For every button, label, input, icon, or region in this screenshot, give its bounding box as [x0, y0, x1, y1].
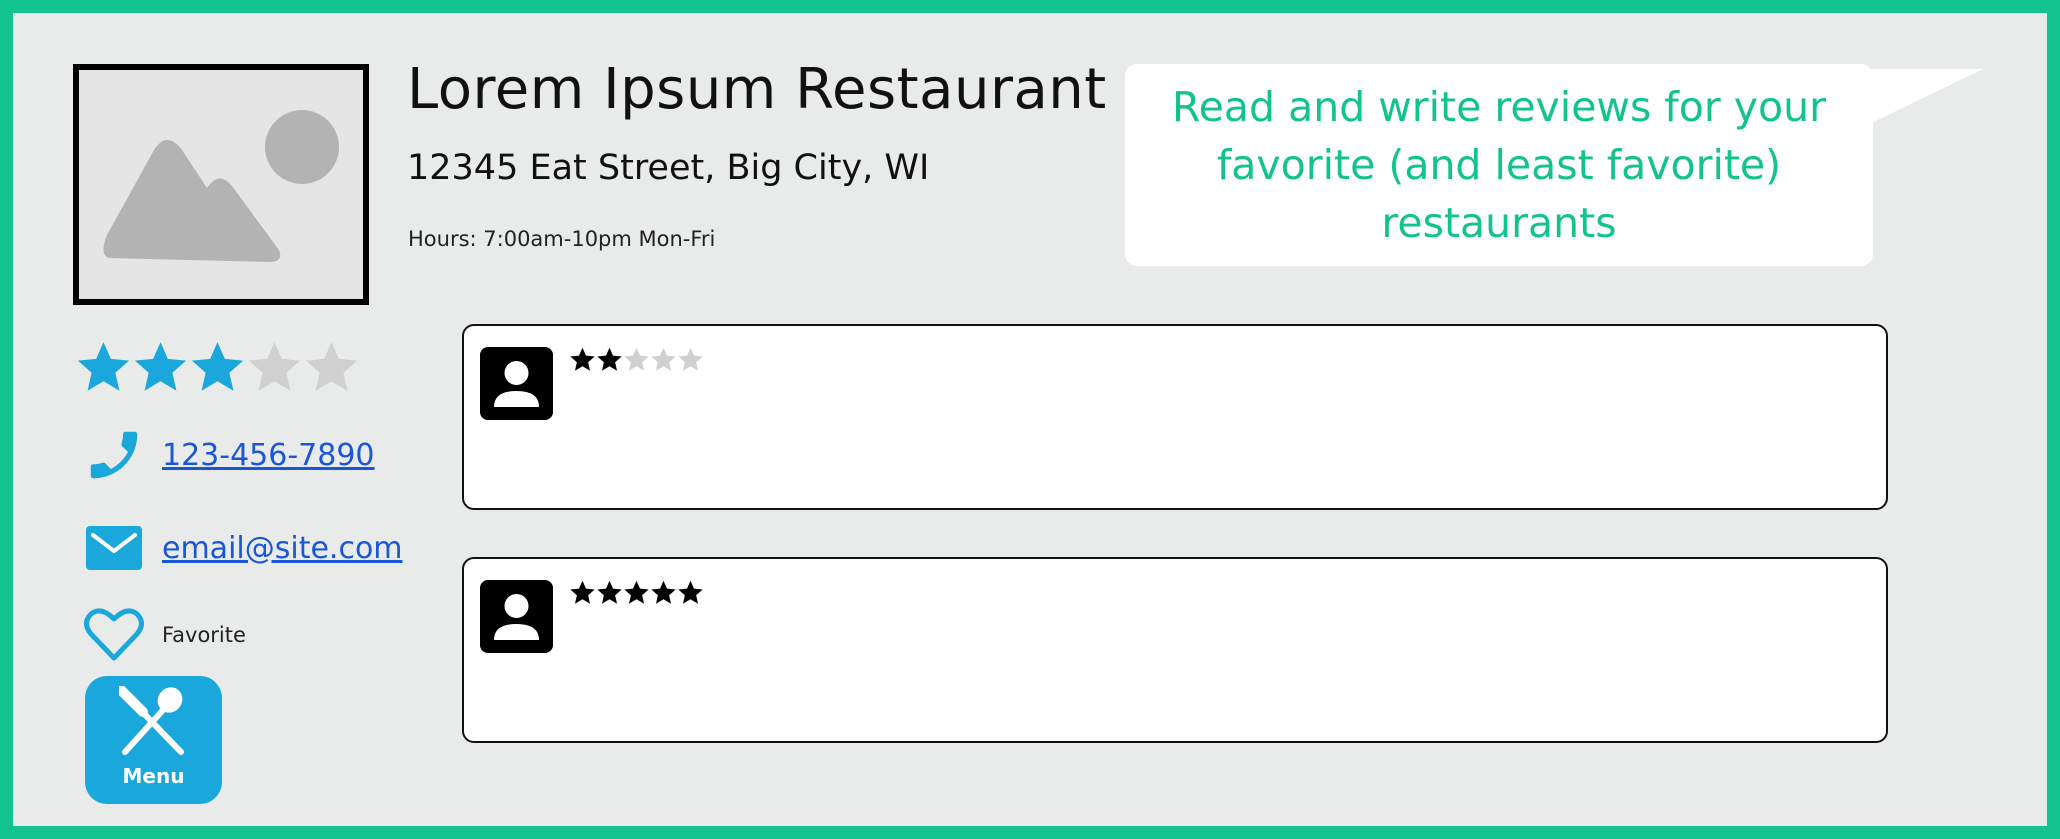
user-icon	[480, 580, 553, 653]
heart-icon[interactable]	[83, 604, 145, 666]
review-rating	[569, 346, 704, 373]
star-icon[interactable]	[75, 335, 132, 399]
menu-button-label: Menu	[122, 764, 185, 788]
restaurant-address: 12345 Eat Street, Big City, WI	[407, 148, 930, 188]
mail-icon	[83, 517, 145, 579]
callout-text: Read and write reviews for your favorite…	[1172, 83, 1826, 247]
star-icon	[678, 580, 703, 604]
email-link[interactable]: email@site.com	[162, 531, 403, 566]
restaurant-hours: Hours: 7:00am-10pm Mon-Fri	[408, 227, 716, 251]
phone-link[interactable]: 123-456-7890	[162, 438, 375, 473]
review-card	[462, 324, 1888, 510]
star-icon	[624, 347, 649, 371]
page-frame: Lorem Ipsum Restaurant 12345 Eat Street,…	[0, 0, 2060, 839]
restaurant-rating[interactable]	[75, 335, 360, 399]
star-icon	[597, 580, 622, 604]
star-icon	[651, 580, 676, 604]
star-icon	[570, 580, 595, 604]
phone-row: 123-456-7890	[83, 424, 375, 486]
review-rating	[569, 579, 704, 606]
callout-bubble: Read and write reviews for your favorite…	[1125, 64, 1873, 266]
restaurant-photo-placeholder	[73, 64, 369, 305]
star-icon	[570, 347, 595, 371]
user-icon	[480, 347, 553, 420]
favorite-label: Favorite	[162, 623, 246, 647]
star-icon	[624, 580, 649, 604]
callout-tail	[1863, 69, 1983, 127]
phone-icon	[83, 424, 145, 486]
image-placeholder-icon	[79, 70, 363, 299]
menu-button[interactable]: Menu	[85, 676, 222, 804]
star-icon[interactable]	[132, 335, 189, 399]
star-icon	[651, 347, 676, 371]
star-icon	[678, 347, 703, 371]
star-icon[interactable]	[303, 335, 360, 399]
star-icon	[597, 347, 622, 371]
review-card	[462, 557, 1888, 743]
utensils-icon	[115, 685, 184, 755]
star-icon[interactable]	[189, 335, 246, 399]
email-row: email@site.com	[83, 517, 403, 579]
restaurant-name: Lorem Ipsum Restaurant	[407, 57, 1107, 122]
star-icon[interactable]	[246, 335, 303, 399]
favorite-row[interactable]: Favorite	[83, 604, 246, 666]
